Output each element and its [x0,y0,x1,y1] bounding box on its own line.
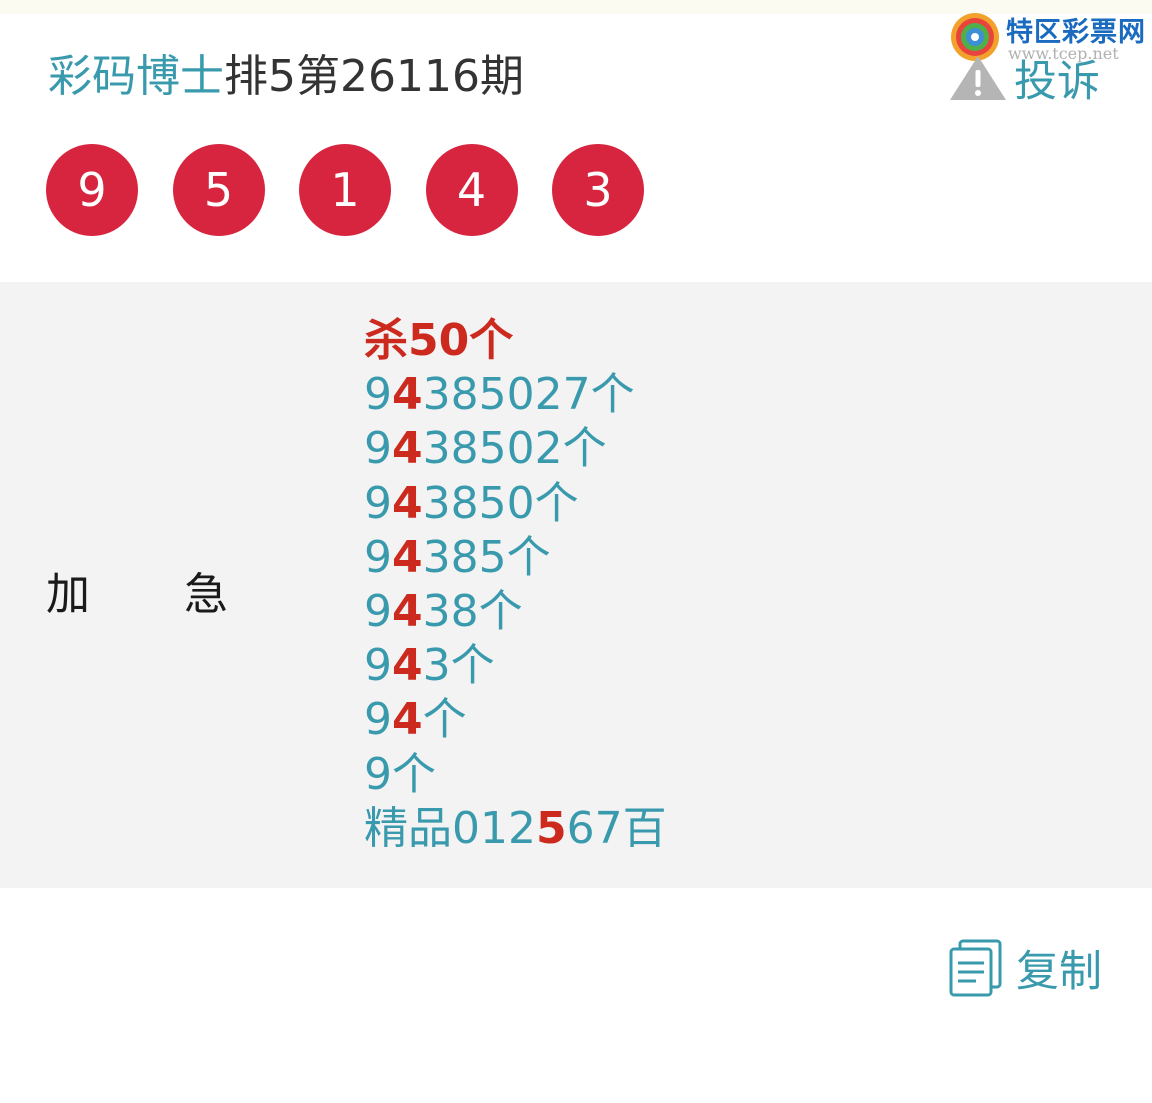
issue-title: 排5第26116期 [224,51,524,102]
prediction-text: 9 [364,531,392,583]
draw-number-ball: 3 [552,144,644,236]
prediction-text: 9 [364,477,392,529]
prediction-line: 94385027个 [364,368,667,422]
prediction-highlight-digit: 4 [392,694,423,746]
prediction-highlight-digit: 4 [392,640,423,692]
prediction-line: 94个 [364,693,667,747]
warning-triangle-icon [950,56,1006,100]
prediction-text: 38个 [422,586,523,638]
copy-document-icon [949,939,1002,997]
report-button[interactable]: 投诉 [948,52,1100,107]
prediction-highlight-digit: 4 [392,423,423,475]
draw-number-ball: 9 [46,144,138,236]
prediction-text: 38502个 [422,423,607,475]
prediction-highlight-digit: 4 [392,586,423,638]
prediction-highlight-digit: 4 [392,477,423,529]
prediction-text: 精品012 [364,802,536,854]
report-label: 投诉 [1014,57,1100,107]
prediction-line: 9438502个 [364,422,667,476]
prediction-text: 385027个 [422,369,635,421]
prediction-highlight-digit: 5 [535,802,567,854]
prediction-text: 3850个 [422,477,579,529]
author-link[interactable]: 彩码博士 [48,51,224,102]
prediction-text: 9 [364,640,392,692]
draw-number-ball: 4 [425,144,518,236]
urgent-label-left: 加 [46,569,90,620]
prediction-text: 9 [364,369,392,421]
copy-button[interactable]: 复制 [948,938,1102,998]
prediction-line: 94385个 [364,531,667,585]
prediction-line: 精品012567百 [364,802,667,856]
prediction-text: 9 [364,423,392,475]
prediction-highlight-digit: 4 [392,369,423,421]
prediction-headline: 杀50个 [364,315,514,366]
prediction-line: 943850个 [364,477,667,531]
prediction-highlight-digit: 4 [392,531,423,583]
prediction-text: 个 [422,694,467,746]
page-title: 彩码博士排5第26116期 [48,48,524,106]
prediction-line: 943个 [364,639,667,693]
draw-number-ball: 5 [172,144,265,236]
urgent-label-right: 急 [184,569,228,620]
prediction-text: 67百 [566,802,667,854]
prediction-text: 9个 [364,748,436,800]
prediction-text: 9 [364,694,392,746]
prediction-text: 9 [364,586,392,638]
prediction-text: 3个 [422,640,495,692]
draw-number-ball: 1 [299,144,391,236]
prediction-text: 385个 [422,531,551,583]
prediction-line: 9个 [364,748,667,802]
prediction-line: 9438个 [364,585,667,639]
copy-label: 复制 [1016,947,1102,997]
prediction-list: 杀50个 94385027个 9438502个 943850个 94385个 9438个… [364,314,667,856]
